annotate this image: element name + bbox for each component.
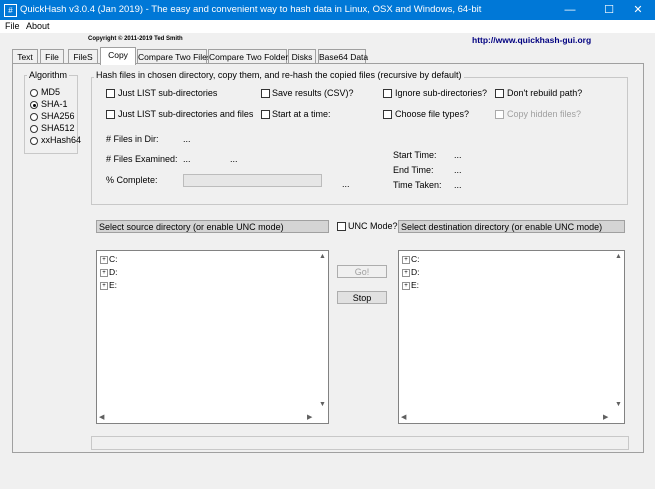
copy-options-title: Hash files in chosen directory, copy the… (94, 70, 464, 80)
end-time-label: End Time: (393, 165, 434, 175)
source-tree[interactable]: + C: + D: + E: ▲ ▼ ◀ ▶ (96, 250, 329, 424)
copyright-text: Copyright © 2011-2019 Ted Smith (88, 36, 183, 42)
dest-scroll-down-icon[interactable]: ▼ (615, 401, 622, 408)
dest-drive-e[interactable]: + E: (402, 280, 419, 290)
start-time-value: ... (454, 150, 462, 160)
window-title: QuickHash v3.0.4 (Jan 2019) - The easy a… (20, 4, 482, 15)
save-results-checkbox[interactable] (261, 89, 270, 98)
minimize-icon[interactable]: — (553, 0, 587, 20)
stop-button[interactable]: Stop (337, 291, 387, 304)
ignore-subdirs-label[interactable]: Ignore sub-directories? (395, 88, 487, 98)
website-link[interactable]: http://www.quickhash-gui.org (472, 35, 591, 45)
tab-base64-data[interactable]: Base64 Data (318, 49, 368, 64)
files-examined-value: ... (183, 154, 191, 164)
start-at-time-label[interactable]: Start at a time: (272, 109, 331, 119)
time-taken-label: Time Taken: (393, 180, 442, 190)
dont-rebuild-path-checkbox[interactable] (495, 89, 504, 98)
destination-directory-header: Select destination directory (or enable … (398, 220, 625, 233)
source-drive-e[interactable]: + E: (100, 280, 117, 290)
dest-drive-d[interactable]: + D: (402, 267, 420, 277)
source-drive-c[interactable]: + C: (100, 254, 118, 264)
title-bar[interactable]: # QuickHash v3.0.4 (Jan 2019) - The easy… (0, 0, 655, 20)
copy-hidden-files-label[interactable]: Copy hidden files? (507, 109, 581, 119)
destination-tree[interactable]: + C: + D: + E: ▲ ▼ ◀ ▶ (398, 250, 625, 424)
radio-md5-label[interactable]: MD5 (41, 87, 60, 97)
menu-file[interactable]: File (5, 21, 20, 31)
tab-compare-two-files[interactable]: Compare Two Files (137, 49, 211, 64)
tab-disks[interactable]: Disks (288, 49, 316, 64)
files-examined-value-2: ... (230, 154, 238, 164)
source-scroll-up-icon[interactable]: ▲ (319, 253, 326, 260)
end-time-value: ... (454, 165, 462, 175)
tab-copy[interactable]: Copy (100, 47, 136, 65)
radio-xxhash64[interactable] (30, 137, 38, 145)
dest-drive-c[interactable]: + C: (402, 254, 420, 264)
percent-complete-value: ... (342, 179, 350, 189)
dest-scroll-left-icon[interactable]: ◀ (401, 413, 406, 421)
source-scroll-down-icon[interactable]: ▼ (319, 401, 326, 408)
source-scroll-left-icon[interactable]: ◀ (99, 413, 104, 421)
start-at-time-checkbox[interactable] (261, 110, 270, 119)
choose-file-types-label[interactable]: Choose file types? (395, 109, 469, 119)
dont-rebuild-path-label[interactable]: Don't rebuild path? (507, 88, 582, 98)
expand-icon[interactable]: + (100, 281, 108, 290)
dest-scroll-right-icon[interactable]: ▶ (603, 413, 608, 421)
tab-compare-two-folders[interactable]: Compare Two Folders (208, 49, 292, 64)
algorithm-title: Algorithm (27, 70, 70, 80)
radio-md5[interactable] (30, 89, 38, 97)
start-time-label: Start Time: (393, 150, 437, 160)
radio-xxhash64-label[interactable]: xxHash64 (41, 135, 81, 145)
source-directory-header: Select source directory (or enable UNC m… (96, 220, 329, 233)
radio-sha512[interactable] (30, 125, 38, 133)
radio-sha256[interactable] (30, 113, 38, 121)
files-examined-label: # Files Examined: (106, 154, 178, 164)
copy-hidden-files-checkbox[interactable] (495, 110, 504, 119)
expand-icon[interactable]: + (402, 281, 410, 290)
tab-file[interactable]: File (40, 49, 64, 64)
just-list-subdirs-files-checkbox[interactable] (106, 110, 115, 119)
close-icon[interactable]: ✕ (621, 0, 655, 20)
dest-scroll-up-icon[interactable]: ▲ (615, 253, 622, 260)
radio-sha256-label[interactable]: SHA256 (41, 111, 75, 121)
time-taken-value: ... (454, 180, 462, 190)
ignore-subdirs-checkbox[interactable] (383, 89, 392, 98)
radio-sha512-label[interactable]: SHA512 (41, 123, 75, 133)
just-list-subdirs-files-label[interactable]: Just LIST sub-directories and files (118, 109, 253, 119)
files-in-dir-value: ... (183, 134, 191, 144)
menu-about[interactable]: About (26, 21, 50, 31)
unc-mode-label[interactable]: UNC Mode? (348, 221, 398, 231)
menu-bar: File About (0, 20, 655, 33)
expand-icon[interactable]: + (100, 255, 108, 264)
expand-icon[interactable]: + (402, 255, 410, 264)
save-results-label[interactable]: Save results (CSV)? (272, 88, 354, 98)
radio-sha1-label[interactable]: SHA-1 (41, 99, 68, 109)
unc-mode-checkbox[interactable] (337, 222, 346, 231)
source-drive-d[interactable]: + D: (100, 267, 118, 277)
choose-file-types-checkbox[interactable] (383, 110, 392, 119)
expand-icon[interactable]: + (402, 268, 410, 277)
source-scroll-right-icon[interactable]: ▶ (307, 413, 312, 421)
app-icon: # (4, 4, 17, 17)
expand-icon[interactable]: + (100, 268, 108, 277)
tab-text[interactable]: Text (12, 49, 38, 64)
percent-complete-label: % Complete: (106, 175, 158, 185)
go-button[interactable]: Go! (337, 265, 387, 278)
files-in-dir-label: # Files in Dir: (106, 134, 159, 144)
radio-sha1[interactable] (30, 101, 38, 109)
just-list-subdirs-label[interactable]: Just LIST sub-directories (118, 88, 217, 98)
tab-files[interactable]: FileS (68, 49, 98, 64)
progress-bar (183, 174, 322, 187)
status-bar (91, 436, 629, 450)
just-list-subdirs-checkbox[interactable] (106, 89, 115, 98)
